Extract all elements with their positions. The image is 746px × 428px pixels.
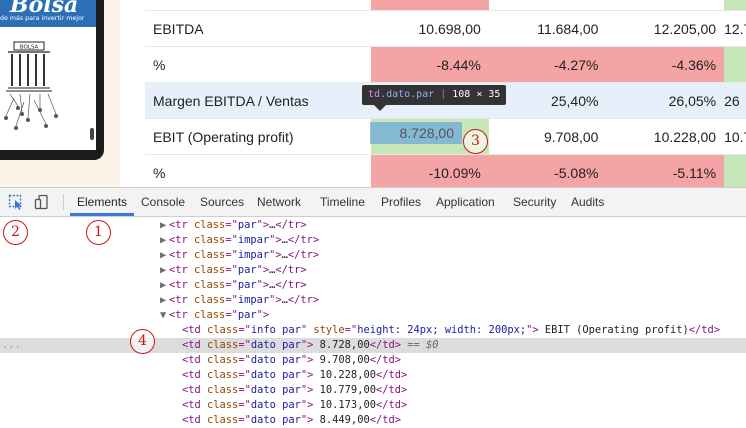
row-label: % [145,46,372,83]
book-cover-header: Bolsa de más para invertir mejor [0,0,96,27]
table-cell [724,46,746,83]
stock-exchange-illustration: BOLSA [4,41,58,130]
table-cell: 9.708,00 [488,118,607,155]
callout-4: 4 [130,329,155,354]
toolbar-divider [63,194,64,210]
dom-node-tr[interactable]: ▶ <tr class="par">…</tr> [0,218,746,233]
tooltip-size: 108 × 35 [452,89,501,100]
expand-arrow-icon[interactable]: ▶ [160,278,169,293]
tab-network[interactable]: Network [257,188,301,216]
devtools-panel: Elements Console Sources Network Timelin… [0,187,746,427]
device-toolbar-icon[interactable] [34,194,50,210]
tablet-screen: Bolsa de más para invertir mejor BOLSA [0,0,96,150]
dom-node-tr[interactable]: ▶ <tr class="par">…</tr> [0,263,746,278]
table-cell: -4.27% [488,46,607,83]
row-label: EBITDA [145,10,372,47]
inspect-highlight: 8.728,00 [370,122,462,144]
tab-application[interactable]: Application [436,188,495,216]
table-cell: -5.11% [606,154,725,187]
table-cell: 10.7 [724,118,746,155]
expand-arrow-icon[interactable]: ▶ [160,248,169,263]
expand-arrow-icon[interactable]: ▶ [160,293,169,308]
table-cell [724,154,746,187]
dom-node-td[interactable]: <td class="dato par"> 10.228,00</td> [0,368,746,383]
tab-console[interactable]: Console [141,188,185,216]
row-label: Margen EBITDA / Ventas [145,82,372,119]
selected-marker: == $0 [407,339,439,351]
expand-arrow-icon[interactable]: ▶ [160,218,169,233]
dom-node-td[interactable]: <td class="dato par"> 10.173,00</td> [0,398,746,413]
callout-3: 3 [463,129,488,154]
inspected-cell-value: 8.728,00 [399,125,455,141]
tooltip-class: .dato.par [380,89,435,100]
table-row-ebitda: EBITDA 10.698,00 11.684,00 12.205,00 12.… [145,10,746,47]
table-cell: 26 [724,82,746,119]
table-cell: 12.205,00 [606,10,725,47]
expand-arrow-icon[interactable]: ▶ [160,263,169,278]
table-cell: -8.44% [371,46,489,83]
row-label: % [145,154,372,187]
book-subtitle: de más para invertir mejor [0,15,85,22]
expand-arrow-icon[interactable]: ▶ [160,233,169,248]
book-sign: BOLSA [20,45,39,51]
callout-1: 1 [86,220,111,245]
dom-node-td[interactable]: <td class="dato par"> 10.779,00</td> [0,383,746,398]
table-cell: -4.36% [606,46,725,83]
table-cell: 12.7 [724,10,746,47]
table-row-ebit-pct: % -10.09% -5.08% -5.11% [145,154,746,187]
tablet-button [90,128,94,140]
active-tab-indicator [70,213,134,216]
collapse-arrow-icon[interactable]: ▼ [160,308,169,323]
dom-tree: ▶ <tr class="par">…</tr> ▶ <tr class="impa… [0,218,746,427]
table-cell: 10.698,00 [371,10,489,47]
tab-profiles[interactable]: Profiles [381,188,421,216]
table-cell: -10.09% [371,154,489,187]
element-tooltip: td.dato.par | 108 × 35 [362,85,507,105]
inspect-element-icon[interactable] [8,194,24,210]
dom-node-tr[interactable]: ▶ <tr class="impar">…</tr> [0,293,746,308]
tab-sources[interactable]: Sources [200,188,244,216]
tab-elements[interactable]: Elements [77,188,127,216]
dom-node-tr[interactable]: ▶ <tr class="impar">…</tr> [0,233,746,248]
table-row-ebitda-pct: % -8.44% -4.27% -4.36% [145,46,746,83]
dom-node-tr[interactable]: ▶ <tr class="impar">…</tr> [0,248,746,263]
table-cell: 26,05% [606,82,725,119]
devtools-tabbar: Elements Console Sources Network Timelin… [0,188,746,217]
row-label: EBIT (Operating profit) [145,118,372,155]
tab-timeline[interactable]: Timeline [320,188,365,216]
tab-audits[interactable]: Audits [571,188,604,216]
table-cell: -5.08% [488,154,607,187]
dom-node-tr[interactable]: ▶ <tr class="par">…</tr> [0,278,746,293]
tablet-image: Bolsa de más para invertir mejor BOLSA [0,0,104,160]
table-cell: 25,40% [488,82,607,119]
sidebar-ad: Bolsa de más para invertir mejor BOLSA [0,0,120,187]
tooltip-arrow [374,105,386,111]
dom-node-tr-expanded[interactable]: ▼ <tr class="par"> [0,308,746,323]
dom-node-td-selected[interactable]: ... <td class="dato par"> 8.728,00</td> =… [0,338,746,353]
tab-security[interactable]: Security [513,188,556,216]
web-page: Bolsa de más para invertir mejor BOLSA E… [0,0,746,187]
tooltip-tag: td [368,89,381,100]
tooltip-separator: | [440,89,447,100]
dom-node-td-info[interactable]: <td class="info par" style="height: 24px… [0,323,746,338]
table-cell: 10.228,00 [606,118,725,155]
table-cell: 11.684,00 [488,10,607,47]
dom-node-td[interactable]: <td class="dato par"> 9.708,00</td> [0,353,746,368]
callout-2: 2 [3,220,28,245]
more-options-icon[interactable]: ... [2,338,21,353]
table-row [145,0,746,11]
